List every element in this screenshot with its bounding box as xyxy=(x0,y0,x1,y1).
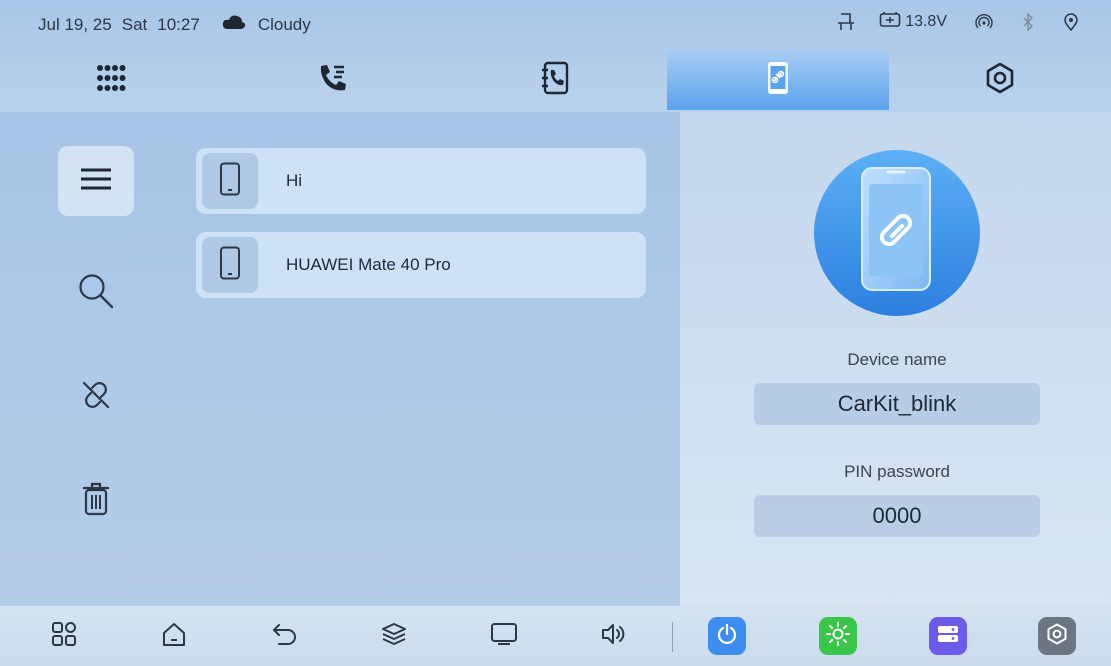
status-time: 10:27 xyxy=(157,14,200,34)
device-icon-box xyxy=(202,153,258,209)
pin-password-field[interactable]: 0000 xyxy=(754,495,1040,537)
top-tab-bar xyxy=(0,50,1111,110)
smartphone-icon xyxy=(219,246,241,285)
device-info-panel: Device name CarKit_blink PIN password 00… xyxy=(680,112,1111,606)
smartphone-icon xyxy=(219,162,241,201)
cloud-icon xyxy=(222,14,246,35)
device-name-field[interactable]: CarKit_blink xyxy=(754,383,1040,425)
status-weekday: Sat xyxy=(121,14,148,34)
tab-phone-link[interactable] xyxy=(666,50,889,110)
seat-icon xyxy=(837,12,855,32)
tab-contacts[interactable] xyxy=(444,50,666,110)
brightness-icon xyxy=(826,621,850,651)
home-icon xyxy=(161,621,187,652)
device-name: HUAWEI Mate 40 Pro xyxy=(286,255,451,274)
bottom-dock xyxy=(0,606,1111,666)
device-name-label: Device name xyxy=(847,350,947,369)
settings-icon xyxy=(984,62,1016,99)
screen-icon xyxy=(490,622,518,651)
grid-dots-icon xyxy=(95,63,127,98)
device-list-panel: Hi HUAWEI Mate 40 Pro xyxy=(0,112,680,606)
battery-voltage: 13.8V xyxy=(905,12,947,30)
apps-grid-icon xyxy=(51,621,77,652)
unlink-button[interactable] xyxy=(58,362,134,432)
brightness-button[interactable] xyxy=(817,615,859,657)
list-item[interactable]: HUAWEI Mate 40 Pro xyxy=(196,232,646,298)
volume-button[interactable] xyxy=(593,615,635,657)
storage-tile xyxy=(929,617,967,655)
power-icon xyxy=(716,623,738,650)
list-item[interactable]: Hi xyxy=(196,148,646,214)
settings-icon xyxy=(1046,623,1068,650)
apps-grid-button[interactable] xyxy=(43,615,85,657)
status-left: Jul 19, 25 Sat 10:27 Cloudy xyxy=(38,14,321,35)
device-name: Hi xyxy=(286,171,303,190)
dock-divider xyxy=(672,622,673,652)
status-bar: Jul 19, 25 Sat 10:27 Cloudy 13.8V xyxy=(0,0,1111,50)
car-head-unit-screen: Jul 19, 25 Sat 10:27 Cloudy 13.8V Hi HUA… xyxy=(0,0,1111,666)
delete-button[interactable] xyxy=(58,466,134,536)
pin-password-label: PIN password xyxy=(844,462,950,481)
contacts-icon xyxy=(540,61,570,100)
signal-icon xyxy=(975,13,993,31)
location-icon xyxy=(1063,12,1079,31)
back-icon xyxy=(271,621,297,652)
brightness-tile xyxy=(819,617,857,655)
settings-dock-button[interactable] xyxy=(1036,615,1078,657)
call-log-icon xyxy=(317,62,349,99)
power-tile xyxy=(708,617,746,655)
phone-link-illustration xyxy=(814,150,980,316)
status-weather: Cloudy xyxy=(257,14,311,34)
trash-icon xyxy=(81,481,111,522)
screen-button[interactable] xyxy=(483,615,525,657)
battery-icon xyxy=(879,10,901,33)
tab-recent-calls[interactable] xyxy=(222,50,444,110)
storage-icon xyxy=(937,624,959,649)
layers-icon xyxy=(381,621,407,652)
unlink-icon xyxy=(79,378,113,417)
power-button[interactable] xyxy=(706,615,748,657)
search-button[interactable] xyxy=(58,258,134,328)
phone-link-icon xyxy=(766,60,790,101)
tab-apps[interactable] xyxy=(0,50,222,110)
back-button[interactable] xyxy=(263,615,305,657)
home-button[interactable] xyxy=(153,615,195,657)
multitask-button[interactable] xyxy=(373,615,415,657)
device-icon-box xyxy=(202,237,258,293)
tab-settings[interactable] xyxy=(889,50,1111,110)
menu-button[interactable] xyxy=(58,146,134,216)
bluetooth-icon xyxy=(1021,12,1035,31)
status-date: Jul 19, 25 xyxy=(38,14,112,34)
search-icon xyxy=(77,272,115,315)
settings-tile xyxy=(1038,617,1076,655)
battery-status: 13.8V xyxy=(879,10,947,33)
menu-icon xyxy=(80,167,112,196)
status-right: 13.8V xyxy=(809,10,1079,33)
storage-button[interactable] xyxy=(927,615,969,657)
volume-icon xyxy=(600,622,628,651)
